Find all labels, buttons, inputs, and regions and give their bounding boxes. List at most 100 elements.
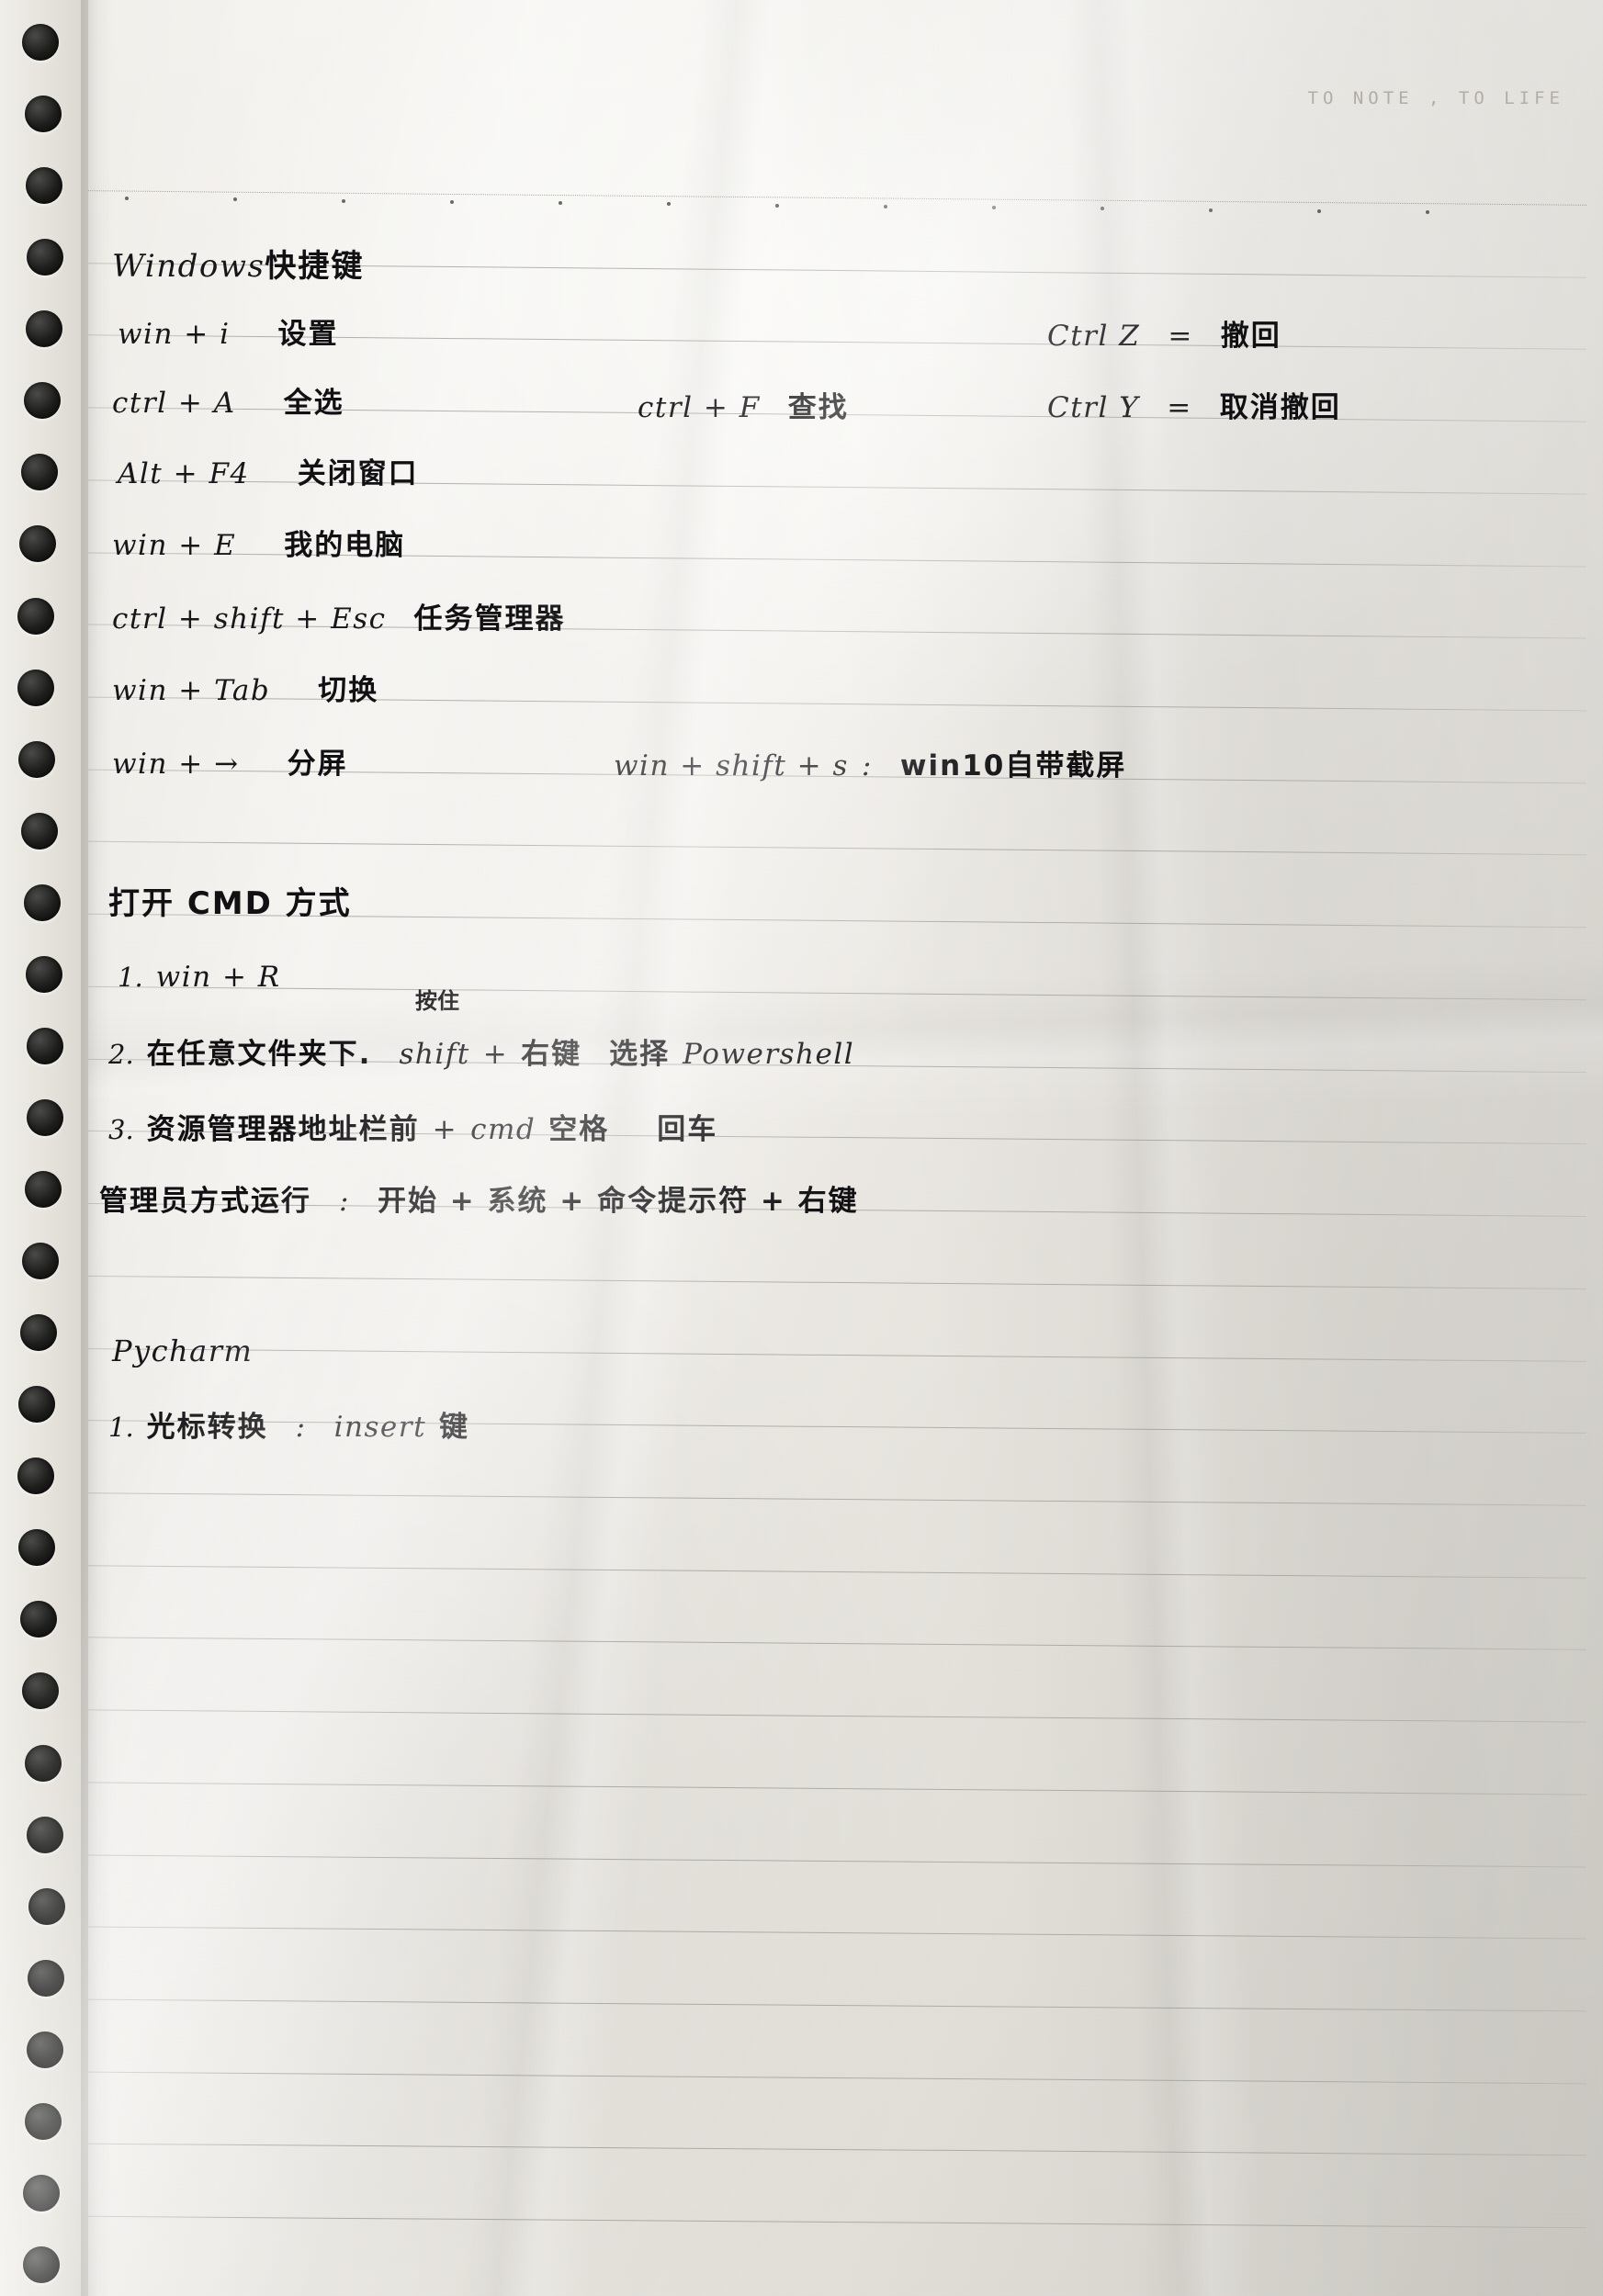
shortcut-keys: Ctrl Y — [1047, 391, 1140, 424]
cmd-item-3: 3. 资源管理器地址栏前 + cmd 空格 回车 — [108, 1106, 717, 1147]
list-number: 2. — [108, 1039, 134, 1070]
spiral-hole — [19, 1601, 57, 1638]
shortcut-row-ctrl-a: ctrl + A 全选 — [112, 379, 344, 421]
rule-line — [88, 1782, 1586, 1795]
cmd-item-3-cmd: cmd — [470, 1113, 536, 1146]
rule-tick-dot — [667, 202, 671, 207]
rule-tick-dot — [1209, 208, 1213, 212]
rule-tick-dot — [775, 203, 779, 208]
shortcut-separator: = — [1167, 391, 1192, 424]
cmd-item-2-plus: + — [482, 1038, 509, 1071]
spiral-hole — [26, 310, 63, 348]
rule-tick-dot — [1426, 210, 1429, 214]
page-header-text: TO NOTE , TO LIFE — [1307, 88, 1564, 108]
spiral-hole — [17, 597, 55, 635]
rule-line — [88, 985, 1586, 1001]
spiral-hole — [17, 669, 55, 706]
spiral-hole — [17, 1458, 54, 1495]
spiral-hole — [28, 1959, 65, 1997]
cmd-item-2-shift: shift — [399, 1038, 470, 1071]
rule-line — [88, 1492, 1586, 1506]
shortcut-separator: = — [1168, 320, 1193, 353]
spiral-hole — [24, 1744, 62, 1782]
shortcut-keys: ctrl + F — [638, 391, 761, 424]
cmd-item-3-space: 空格 — [548, 1113, 610, 1146]
spiral-hole — [18, 525, 56, 563]
admin-run-line: 管理员方式运行: 开始 + 系统 + 命令提示符 + 右键 — [99, 1177, 859, 1219]
spiral-hole — [20, 812, 58, 850]
admin-run-separator: : — [339, 1185, 350, 1218]
spiral-hole — [24, 2102, 62, 2140]
rule-tick-dot — [884, 204, 887, 208]
spiral-hole — [19, 1314, 57, 1352]
shortcut-keys: ctrl + shift + Esc — [112, 602, 387, 636]
rule-line — [88, 1709, 1586, 1723]
rule-tick-dot — [450, 199, 454, 204]
shortcut-keys: win + shift + s — [614, 749, 849, 782]
spiral-hole — [26, 2031, 63, 2068]
rule-line — [88, 190, 1586, 206]
rule-line — [88, 1275, 1586, 1289]
list-number: 1. — [118, 962, 143, 993]
shortcut-desc: 撤回 — [1220, 320, 1281, 353]
spiral-hole — [26, 1027, 63, 1064]
shortcut-desc: 全选 — [283, 387, 344, 420]
list-number: 3. — [108, 1114, 134, 1145]
rule-line — [88, 1347, 1586, 1362]
shortcut-separator: : — [861, 749, 873, 782]
shortcut-keys: Alt + F4 — [118, 457, 250, 490]
shortcut-row-alt-f4: Alt + F4 关闭窗口 — [118, 450, 419, 491]
spiral-hole — [24, 96, 62, 133]
cmd-item-3-explorer: 资源管理器地址栏前 — [146, 1113, 420, 1146]
shortcut-row-win-tab: win + Tab 切换 — [112, 667, 378, 708]
shortcut-row-win-e: win + E 我的电脑 — [112, 522, 405, 563]
shortcut-desc: win10自带截屏 — [899, 749, 1127, 782]
shortcut-row-ctrl-shift-esc: ctrl + shift + Esc 任务管理器 — [112, 595, 566, 636]
spiral-hole — [23, 2174, 61, 2212]
rule-tick-dot — [233, 197, 237, 202]
shortcut-keys: Ctrl Z — [1047, 320, 1141, 353]
rule-line — [88, 2215, 1586, 2229]
pycharm-item-1-label: 光标转换 — [146, 1411, 268, 1444]
rule-line — [88, 841, 1586, 856]
spiral-hole — [22, 1672, 60, 1710]
cmd-item-3-plus: + — [432, 1113, 458, 1146]
cmd-item-3-enter: 回车 — [657, 1113, 718, 1146]
shortcut-keys: win + Tab — [112, 674, 271, 707]
pycharm-item-1-separator: : — [295, 1411, 307, 1444]
spiral-hole — [27, 1816, 64, 1853]
spiral-hole — [23, 884, 61, 921]
shortcut-keys: ctrl + A — [112, 387, 236, 420]
shortcut-desc: 取消撤回 — [1219, 391, 1341, 424]
pycharm-item-1-key: insert — [333, 1411, 427, 1444]
rule-tick-dot — [992, 206, 996, 209]
cmd-item-1-text: win + R — [155, 961, 281, 994]
section-title-windows-cjk: 快捷键 — [265, 248, 365, 285]
rule-tick-dot — [125, 197, 129, 200]
spiral-binding-strip — [0, 0, 88, 2296]
section-title-open-cmd: 打开 CMD 方式 — [108, 878, 352, 923]
admin-run-label: 管理员方式运行 — [99, 1185, 311, 1218]
shortcut-row-win-arrow: win + → 分屏 — [112, 740, 348, 782]
section-title-windows: Windows 快捷键 — [112, 241, 364, 286]
rule-line — [88, 1564, 1586, 1579]
shortcut-desc: 设置 — [277, 318, 339, 351]
spiral-hole — [17, 1386, 55, 1424]
spiral-hole — [28, 1887, 65, 1925]
cmd-item-2-annotation: 按住 — [415, 988, 459, 1014]
shortcut-desc: 关闭窗口 — [297, 457, 419, 490]
rule-line — [88, 1998, 1586, 2012]
shortcut-keys: win + i — [118, 318, 231, 351]
section-title-open-cmd-text: 打开 CMD 方式 — [108, 885, 352, 922]
spiral-hole — [24, 1171, 62, 1209]
section-title-pycharm: Pycharm — [112, 1334, 253, 1368]
rule-line — [88, 1926, 1586, 1940]
shortcut-desc: 任务管理器 — [413, 602, 566, 636]
spiral-hole — [26, 167, 63, 205]
spiral-hole — [17, 1529, 55, 1567]
cmd-item-2-folder: 在任意文件夹下. — [146, 1038, 372, 1071]
shortcut-row-win-i: win + i 设置 — [118, 310, 339, 352]
rule-tick-dot — [1101, 207, 1104, 211]
shortcut-desc: 我的电脑 — [284, 529, 406, 562]
spiral-hole — [22, 1243, 60, 1280]
